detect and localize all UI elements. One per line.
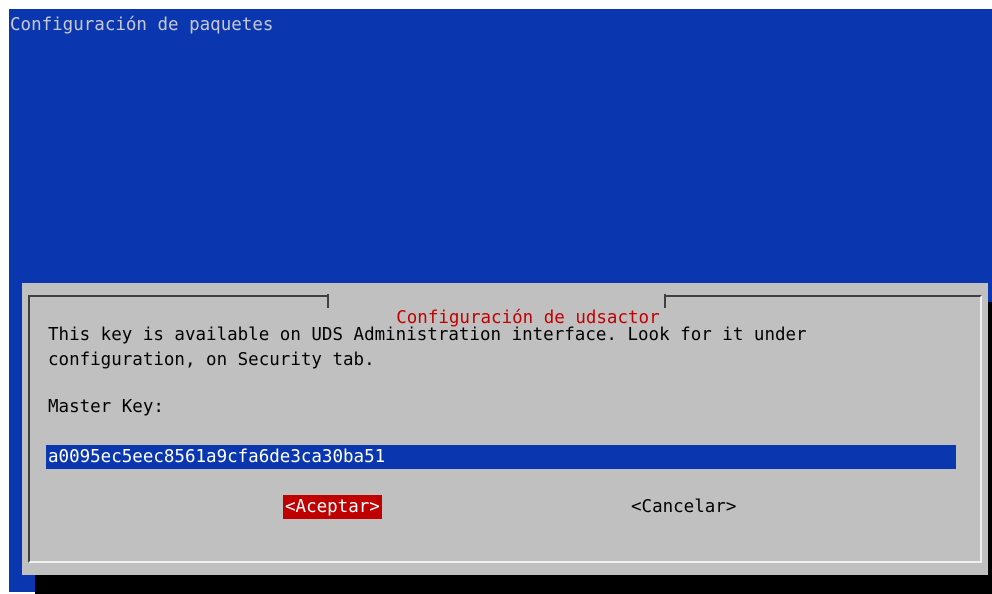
dialog-title: Configuración de udsactor <box>327 294 666 328</box>
config-dialog: Configuración de udsactor This key is av… <box>22 283 988 575</box>
backtitle: Configuración de paquetes <box>10 15 274 35</box>
master-key-label: Master Key: <box>48 397 164 417</box>
message-line-1: This key is available on UDS Administrat… <box>48 325 807 345</box>
cancel-button[interactable]: <Cancelar> <box>631 495 736 519</box>
accept-button[interactable]: <Aceptar> <box>283 495 382 519</box>
message-line-2: configuration, on Security tab. <box>48 350 375 370</box>
terminal-screen: Configuración de paquetes Configuración … <box>9 9 992 594</box>
master-key-input[interactable]: a0095ec5eec8561a9cfa6de3ca30ba51 <box>46 445 956 469</box>
dialog-message: This key is available on UDS Administrat… <box>48 323 807 373</box>
